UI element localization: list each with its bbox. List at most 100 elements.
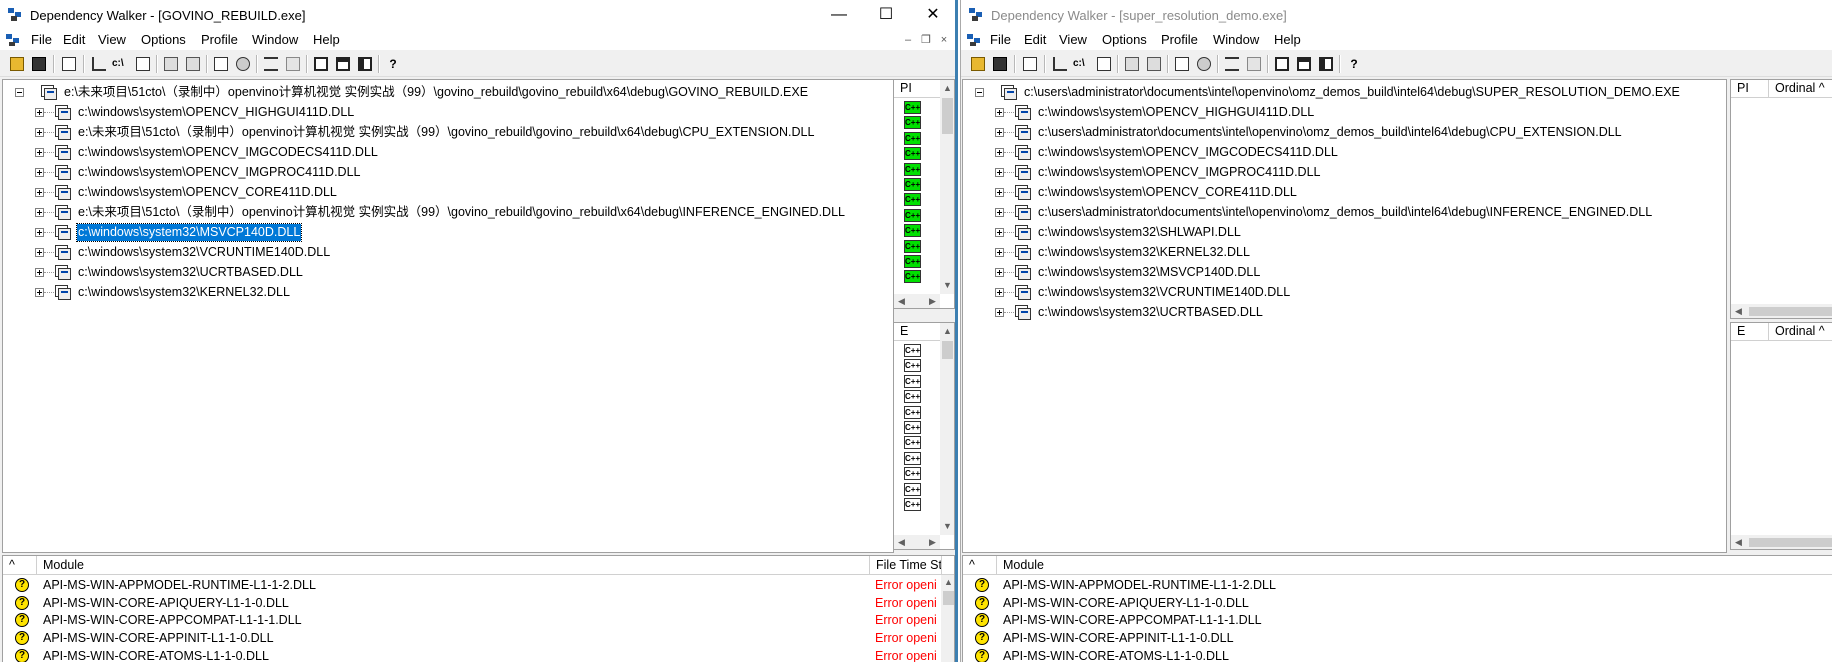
properties-button[interactable] — [1173, 55, 1191, 73]
menu-edit[interactable]: Edit — [1024, 32, 1046, 47]
view-full-paths-button[interactable]: c:\ — [1073, 55, 1091, 73]
menu-options[interactable]: Options — [1102, 32, 1147, 47]
find-button[interactable] — [1195, 55, 1213, 73]
expand-toggle[interactable] — [995, 228, 1004, 237]
module-list-row[interactable]: ? API-MS-WIN-CORE-APPINIT-L1-1-0.DLL Error… — [3, 629, 954, 647]
parent-imports-pane[interactable]: PI Ordinal ^ ◀ — [1730, 79, 1832, 319]
tree-item[interactable]: c:\windows\system\OPENCV_IMGCODECS411D.D… — [35, 143, 893, 163]
module-list-row[interactable]: ? API-MS-WIN-CORE-ATOMS-L1-1-0.DLL — [963, 647, 1832, 662]
maximize-button[interactable]: ☐ — [863, 0, 909, 30]
copy-button[interactable] — [1021, 55, 1039, 73]
e-horizontal-scrollbar[interactable]: ◀ ▶ — [894, 535, 940, 549]
e-column-header[interactable]: E — [1731, 323, 1769, 341]
menu-options[interactable]: Options — [141, 32, 186, 47]
e-vertical-scrollbar[interactable]: ▲ ▼ — [940, 323, 954, 535]
tile-vertical-button[interactable] — [1317, 55, 1335, 73]
sort-column-header[interactable]: ^ — [3, 556, 37, 574]
pi-horizontal-scrollbar[interactable]: ◀ ▶ — [894, 294, 940, 308]
tree-item[interactable]: c:\windows\system32\VCRUNTIME140D.DLL — [995, 283, 1725, 303]
expand-toggle[interactable] — [995, 128, 1004, 137]
properties-button[interactable] — [212, 55, 230, 73]
close-button[interactable]: ✕ — [910, 0, 955, 30]
expand-toggle[interactable] — [995, 208, 1004, 217]
expand-toggle[interactable] — [35, 248, 44, 257]
tree-item[interactable]: c:\users\administrator\documents\intel\o… — [995, 123, 1725, 143]
tree-item[interactable]: c:\windows\system32\KERNEL32.DLL — [995, 243, 1725, 263]
scroll-left-arrow[interactable]: ◀ — [894, 537, 909, 548]
tree-item[interactable]: c:\windows\system\OPENCV_IMGPROC411D.DLL — [995, 163, 1725, 183]
collapse-button[interactable] — [184, 55, 202, 73]
module-list-row[interactable]: ? API-MS-WIN-APPMODEL-RUNTIME-L1-1-2.DLL — [963, 576, 1832, 594]
module-list-row[interactable]: ? API-MS-WIN-CORE-APPINIT-L1-1-0.DLL — [963, 629, 1832, 647]
menu-view[interactable]: View — [98, 32, 126, 47]
expand-toggle[interactable] — [995, 188, 1004, 197]
sort-column-header[interactable]: ^ — [963, 556, 997, 574]
scroll-down-arrow[interactable]: ▼ — [940, 280, 954, 290]
tree-item[interactable]: c:\windows\system\OPENCV_CORE411D.DLL — [35, 183, 893, 203]
full-paths-button[interactable] — [90, 55, 108, 73]
scroll-up-arrow[interactable]: ▲ — [940, 326, 954, 336]
expand-toggle[interactable] — [995, 268, 1004, 277]
save-button[interactable] — [991, 55, 1009, 73]
scroll-left-arrow[interactable]: ◀ — [894, 296, 909, 307]
module-list-row[interactable]: ? API-MS-WIN-CORE-ATOMS-L1-1-0.DLL Error o… — [3, 647, 954, 662]
scroll-left-arrow[interactable]: ◀ — [1731, 306, 1746, 317]
tree-item[interactable]: c:\windows\system\OPENCV_IMGCODECS411D.D… — [995, 143, 1725, 163]
module-column-header[interactable]: Module — [997, 556, 1832, 574]
module-list[interactable]: ^ Module File Time St ? API-MS-WIN-APPMOD… — [2, 555, 955, 662]
undecorate-button[interactable] — [1095, 55, 1113, 73]
expand-toggle[interactable] — [995, 248, 1004, 257]
pi-column-header[interactable]: PI — [1731, 80, 1769, 98]
exports-pane[interactable]: E Ordinal ^ ◀ — [1730, 322, 1832, 550]
menu-file[interactable]: File — [990, 32, 1011, 47]
scroll-up-arrow[interactable]: ▲ — [940, 83, 954, 93]
mdi-child-icon[interactable] — [6, 33, 20, 47]
menu-help[interactable]: Help — [313, 32, 340, 47]
tree-item[interactable]: e:\未来项目\51cto\（录制中）openvino计算机视觉 实例实战（99… — [35, 123, 893, 143]
collapse-button[interactable] — [1145, 55, 1163, 73]
tree-item[interactable]: c:\windows\system\OPENCV_IMGPROC411D.DLL — [35, 163, 893, 183]
tree-item[interactable]: c:\windows\system32\UCRTBASED.DLL — [995, 303, 1725, 323]
expand-toggle[interactable] — [995, 288, 1004, 297]
expand-toggle[interactable] — [35, 168, 44, 177]
scroll-up-arrow[interactable]: ▲ — [941, 577, 954, 587]
sort-button[interactable] — [1223, 55, 1241, 73]
menu-file[interactable]: File — [31, 32, 52, 47]
module-list-scrollbar[interactable]: ▲ — [941, 575, 954, 662]
sort-button[interactable] — [262, 55, 280, 73]
minimize-button[interactable]: — — [816, 0, 862, 30]
menu-window[interactable]: Window — [252, 32, 298, 47]
mdi-minimize-button[interactable]: – — [900, 32, 916, 48]
tree-root[interactable]: c:\users\administrator\documents\intel\o… — [975, 83, 1725, 103]
pi-vertical-scrollbar[interactable]: ▲ ▼ — [940, 80, 954, 294]
e-column-header[interactable]: E — [894, 323, 941, 341]
auto-expand-button[interactable] — [1123, 55, 1141, 73]
pi-column-header[interactable]: PI — [894, 80, 941, 98]
system-info-button[interactable] — [1245, 55, 1263, 73]
tree-item[interactable]: e:\未来项目\51cto\（录制中）openvino计算机视觉 实例实战（99… — [35, 203, 893, 223]
save-button[interactable] — [30, 55, 48, 73]
auto-expand-button[interactable] — [162, 55, 180, 73]
context-help-button[interactable]: ? — [384, 55, 402, 73]
e-horizontal-scrollbar[interactable]: ◀ — [1731, 535, 1832, 549]
tile-vertical-button[interactable] — [356, 55, 374, 73]
expand-toggle[interactable] — [35, 228, 44, 237]
expand-toggle[interactable] — [995, 148, 1004, 157]
mdi-close-button[interactable]: × — [936, 32, 952, 48]
title-bar[interactable]: Dependency Walker - [super_resolution_de… — [961, 0, 1832, 30]
parent-imports-pane[interactable]: PI C++ C++ C++ C++ C++ C++ C++ C++ C++ C++ C++ C++ … — [893, 79, 955, 309]
expand-toggle[interactable] — [35, 128, 44, 137]
expand-toggle[interactable] — [995, 308, 1004, 317]
module-list-row[interactable]: ? API-MS-WIN-CORE-APPCOMPAT-L1-1-1.DLL — [963, 611, 1832, 629]
collapse-toggle[interactable] — [975, 88, 984, 97]
module-list-row[interactable]: ? API-MS-WIN-CORE-APPCOMPAT-L1-1-1.DLL Err… — [3, 611, 954, 629]
menu-edit[interactable]: Edit — [63, 32, 85, 47]
expand-toggle[interactable] — [35, 288, 44, 297]
tree-item[interactable]: c:\windows\system\OPENCV_CORE411D.DLL — [995, 183, 1725, 203]
expand-toggle[interactable] — [35, 188, 44, 197]
pi-horizontal-scrollbar[interactable]: ◀ — [1731, 304, 1832, 318]
exports-pane[interactable]: E C++ C++ C++ C++ C++ C++ C++ C++ C++ C++ C++ ▲ ▼ … — [893, 322, 955, 550]
expand-toggle[interactable] — [35, 268, 44, 277]
tree-item[interactable]: c:\windows\system32\SHLWAPI.DLL — [995, 223, 1725, 243]
tree-item[interactable]: c:\windows\system32\MSVCP140D.DLL — [995, 263, 1725, 283]
